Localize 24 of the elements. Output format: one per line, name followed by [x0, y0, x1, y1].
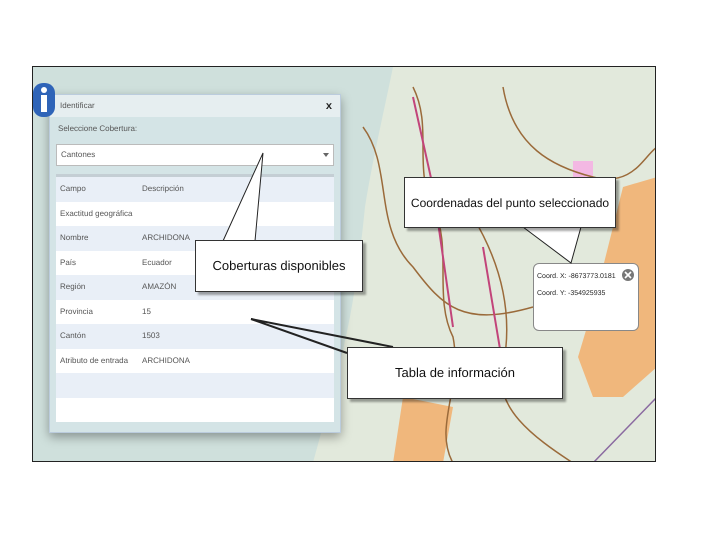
table-cell: País [60, 258, 76, 267]
table-cell: ARCHIDONA [142, 356, 190, 365]
callout-text: Tabla de información [395, 364, 515, 382]
table-cell: Nombre [60, 233, 88, 242]
table-cell: 15 [142, 306, 151, 316]
table-cell: Exactitud geográfica [60, 208, 132, 218]
table-cell: Cantón [60, 331, 86, 340]
table-cell: AMAZÓN [142, 282, 176, 292]
table-cell: Región [60, 282, 86, 292]
dialog-title: Identificar [60, 100, 95, 112]
coverage-dropdown[interactable]: Cantones [56, 144, 334, 166]
table-cell: Atributo de entrada [60, 356, 128, 365]
callout-text: Coberturas disponibles [212, 257, 346, 276]
table-cell: Provincia [60, 306, 93, 316]
column-header: Campo [60, 184, 86, 194]
coverage-label: Seleccione Cobertura: [58, 124, 138, 133]
caret-icon [323, 153, 329, 157]
close-icon[interactable] [622, 269, 634, 281]
callout-text: Coordenadas del punto seleccionado [410, 194, 610, 212]
table-cell: 1503 [142, 331, 160, 340]
column-header: Descripción [142, 184, 184, 194]
table-cell: ARCHIDONA [142, 233, 190, 242]
table-cell: Ecuador [142, 258, 172, 267]
close-button[interactable]: x [326, 98, 332, 114]
